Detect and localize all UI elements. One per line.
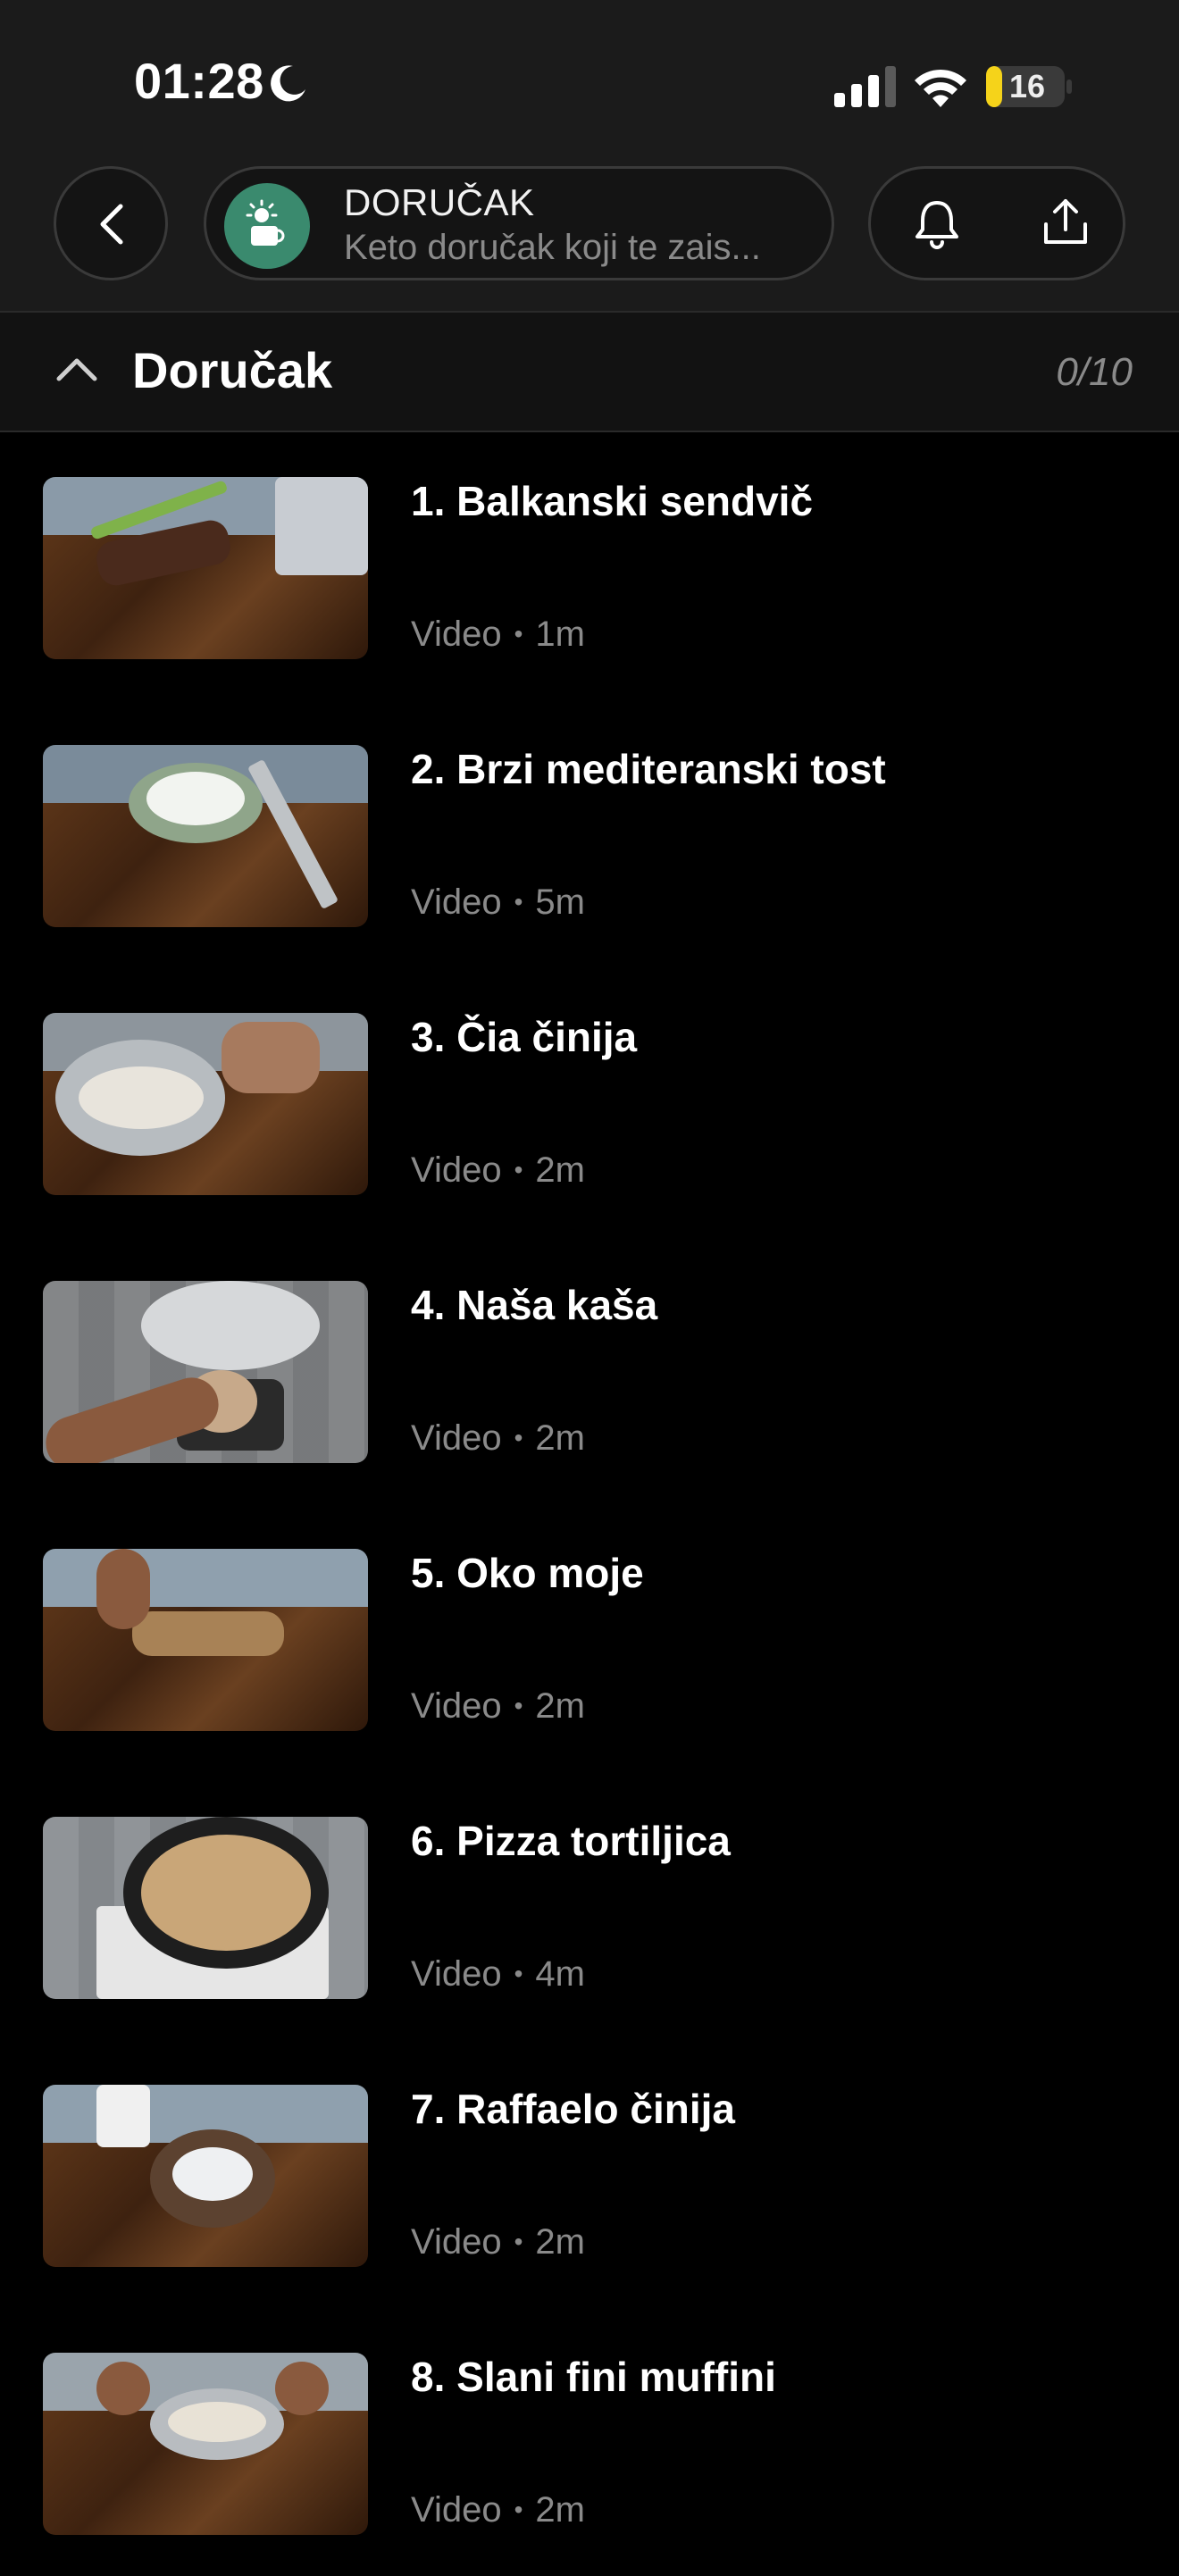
lesson-thumbnail	[43, 1817, 368, 1999]
lesson-thumbnail	[43, 2085, 368, 2267]
lesson-meta: Video • 2m	[411, 2490, 585, 2530]
lesson-meta: Video • 2m	[411, 2222, 585, 2262]
lesson-item[interactable]: 5. Oko moje Video • 2m	[0, 1504, 1179, 1772]
lesson-meta: Video • 2m	[411, 1418, 585, 1459]
lesson-title: 8. Slani fini muffini	[411, 2354, 776, 2400]
lesson-meta: Video • 5m	[411, 882, 585, 923]
lesson-title: 4. Naša kaša	[411, 1282, 658, 1328]
course-selector[interactable]: DORUČAK Keto doručak koji te zais...	[204, 166, 834, 280]
lesson-type: Video	[411, 2222, 502, 2262]
lesson-type: Video	[411, 1954, 502, 1994]
sun-cup-icon	[246, 199, 285, 246]
lesson-type: Video	[411, 2490, 502, 2530]
lesson-type: Video	[411, 615, 502, 654]
lesson-duration: 2m	[535, 2222, 585, 2262]
lesson-thumbnail	[43, 477, 368, 659]
meta-separator: •	[514, 1960, 523, 1987]
lesson-type: Video	[411, 1150, 502, 1190]
wifi-icon	[915, 69, 966, 107]
lesson-type: Video	[411, 882, 502, 922]
meta-separator: •	[514, 1692, 523, 1719]
lesson-title: 3. Čia činija	[411, 1014, 638, 1060]
actions-group	[868, 166, 1125, 280]
course-avatar	[224, 183, 310, 269]
share-icon[interactable]	[1037, 194, 1094, 251]
course-subtitle: Keto doručak koji te zais...	[344, 228, 761, 267]
lesson-meta: Video • 2m	[411, 1686, 585, 1727]
status-time: 01:28	[134, 53, 264, 109]
lesson-item[interactable]: 4. Naša kaša Video • 2m	[0, 1236, 1179, 1504]
top-bar: 01:28 16 DORUČAK Keto doručak koji te za…	[0, 0, 1179, 311]
lesson-thumbnail	[43, 2353, 368, 2535]
lesson-item[interactable]: 1. Balkanski sendvič Video • 1m	[0, 432, 1179, 700]
lesson-title: 7. Raffaelo činija	[411, 2086, 736, 2132]
lesson-meta: Video • 2m	[411, 1150, 585, 1191]
status-bar: 01:28 16	[0, 0, 1179, 170]
lesson-duration: 2m	[535, 1686, 585, 1726]
lesson-thumbnail	[43, 1549, 368, 1731]
lesson-type: Video	[411, 1686, 502, 1726]
battery-level: 16	[1008, 68, 1046, 105]
bell-icon[interactable]	[908, 196, 966, 253]
back-button[interactable]	[54, 166, 168, 280]
meta-separator: •	[514, 2496, 523, 2523]
lesson-duration: 2m	[535, 1418, 585, 1458]
lesson-duration: 2m	[535, 1150, 585, 1190]
meta-separator: •	[514, 888, 523, 916]
section-progress: 0/10	[1056, 350, 1133, 394]
lesson-title: 2. Brzi mediteranski tost	[411, 746, 886, 792]
lesson-thumbnail	[43, 745, 368, 927]
lesson-thumbnail	[43, 1281, 368, 1463]
lesson-meta: Video • 1m	[411, 615, 585, 655]
lesson-thumbnail	[43, 1013, 368, 1195]
lesson-item[interactable]: 6. Pizza tortiljica Video • 4m	[0, 1772, 1179, 2040]
meta-separator: •	[514, 2228, 523, 2255]
lesson-duration: 4m	[535, 1954, 585, 1994]
lesson-title: 5. Oko moje	[411, 1550, 644, 1596]
lesson-duration: 2m	[535, 2490, 585, 2530]
meta-separator: •	[514, 1424, 523, 1451]
meta-separator: •	[514, 1156, 523, 1183]
lesson-meta: Video • 4m	[411, 1954, 585, 1995]
lesson-duration: 5m	[535, 882, 585, 922]
lesson-item[interactable]: 8. Slani fini muffini Video • 2m	[0, 2308, 1179, 2576]
lesson-type: Video	[411, 1418, 502, 1458]
chevron-up-icon	[56, 358, 97, 381]
chevron-left-icon	[100, 204, 123, 245]
section-header[interactable]: Doručak 0/10	[0, 311, 1179, 432]
lesson-item[interactable]: 3. Čia činija Video • 2m	[0, 968, 1179, 1236]
course-title: DORUČAK	[344, 181, 535, 223]
section-title: Doručak	[132, 342, 333, 398]
lesson-duration: 1m	[535, 615, 585, 654]
signal-icon	[834, 66, 896, 107]
moon-icon	[271, 65, 305, 102]
lesson-title: 6. Pizza tortiljica	[411, 1818, 731, 1864]
meta-separator: •	[514, 620, 523, 648]
lesson-item[interactable]: 7. Raffaelo činija Video • 2m	[0, 2040, 1179, 2308]
lesson-item[interactable]: 2. Brzi mediteranski tost Video • 5m	[0, 700, 1179, 968]
lesson-title: 1. Balkanski sendvič	[411, 478, 814, 524]
lesson-list: 1. Balkanski sendvič Video • 1m 2. Brzi me…	[0, 432, 1179, 2576]
